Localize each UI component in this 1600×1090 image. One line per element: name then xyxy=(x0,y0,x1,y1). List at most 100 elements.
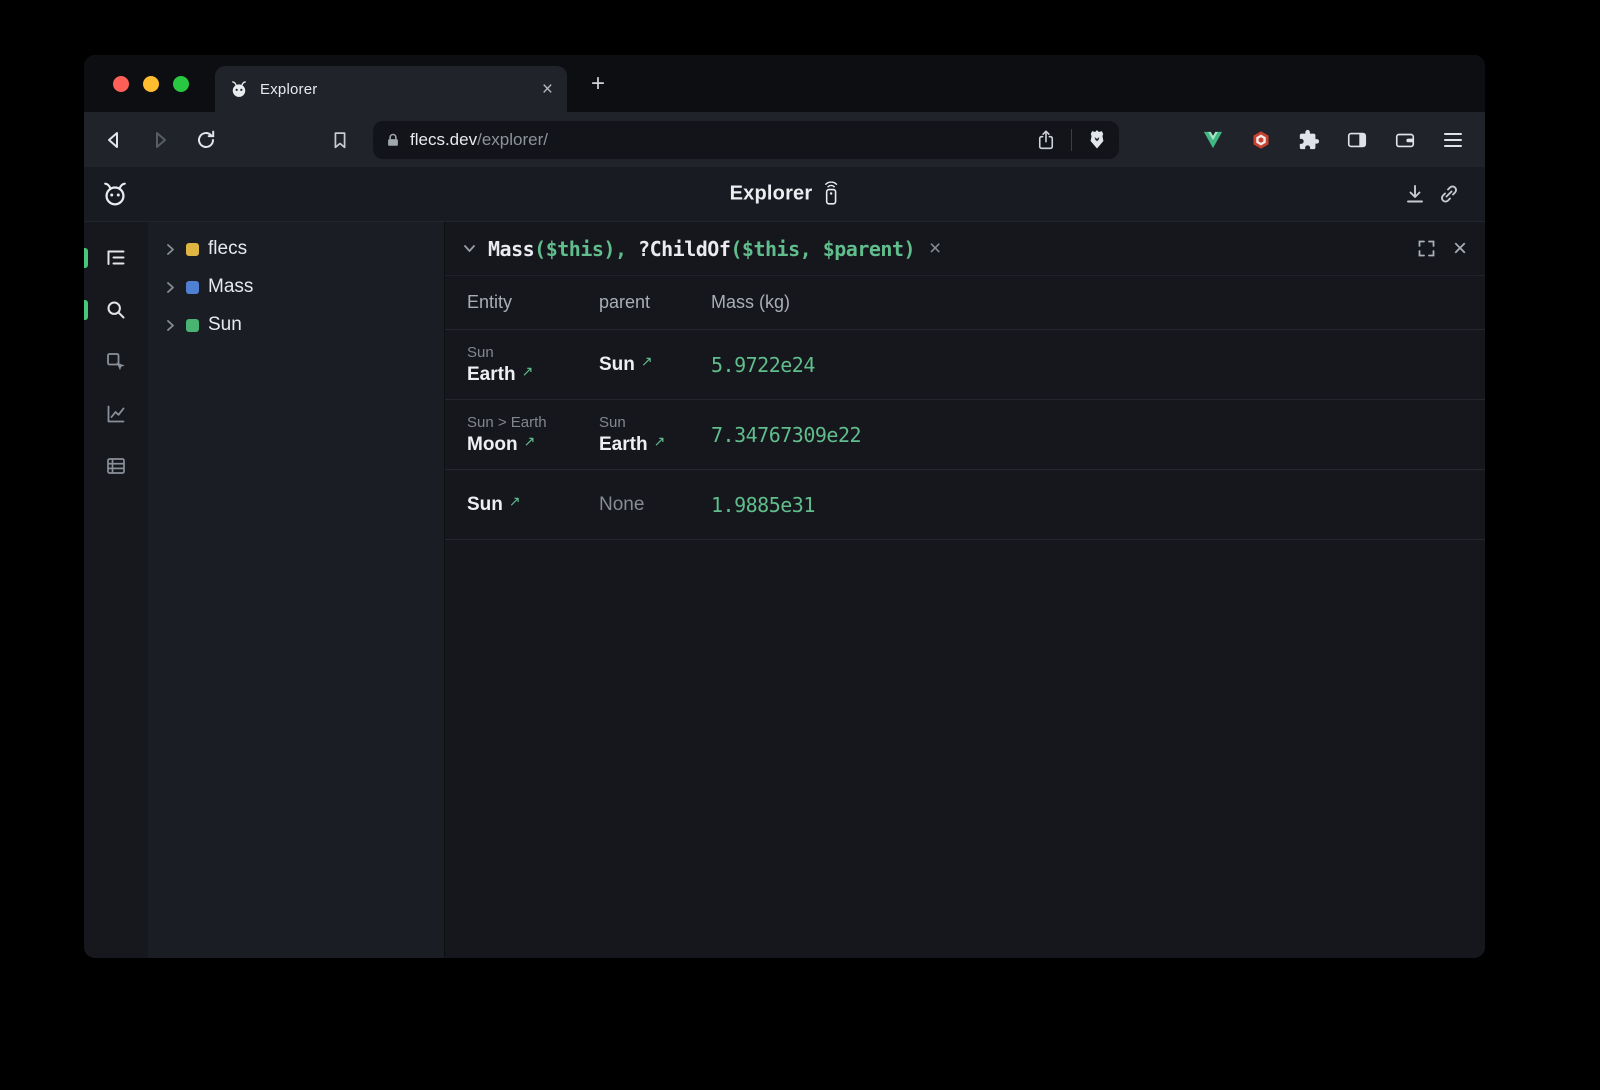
side-panel-icon[interactable] xyxy=(1340,123,1374,157)
entity-path: Sun > Earth xyxy=(467,414,599,431)
share-icon[interactable] xyxy=(1036,129,1056,151)
chart-panel-icon[interactable] xyxy=(93,388,139,440)
query-expression[interactable]: Mass($this), ?ChildOf($this, $parent) xyxy=(488,237,915,261)
mass-cell: 1.9885e31 xyxy=(711,493,1485,517)
bookmark-button[interactable] xyxy=(323,123,357,157)
extensions-puzzle-icon[interactable] xyxy=(1292,123,1326,157)
parent-cell: Sun ↗ xyxy=(599,354,711,376)
vue-extension-icon[interactable] xyxy=(1196,123,1230,157)
mass-cell: 5.9722e24 xyxy=(711,353,1485,377)
url-text: flecs.dev/explorer/ xyxy=(410,130,1036,150)
table-row: Sun Earth ↗ Sun ↗ 5.9722e24 xyxy=(445,330,1485,400)
inspector-panel-icon[interactable] xyxy=(93,336,139,388)
tree-item-label: Sun xyxy=(208,314,242,336)
external-link-icon[interactable]: ↗ xyxy=(641,353,653,370)
entity-link[interactable]: Earth ↗ xyxy=(467,364,599,386)
download-icon[interactable] xyxy=(1400,180,1429,209)
tree-item-label: Mass xyxy=(208,276,253,298)
entity-tree-panel: flecs Mass Sun xyxy=(148,222,444,958)
browser-tab[interactable]: Explorer × xyxy=(215,66,567,112)
parent-none: None xyxy=(599,494,711,516)
column-header-parent: parent xyxy=(599,292,711,313)
tree-item-sun[interactable]: Sun xyxy=(148,306,444,344)
external-link-icon[interactable]: ↗ xyxy=(524,433,536,450)
tree-item-flecs[interactable]: flecs xyxy=(148,230,444,268)
column-header-mass: Mass (kg) xyxy=(711,292,1485,313)
zoom-window-button[interactable] xyxy=(173,76,189,92)
active-indicator xyxy=(84,300,88,320)
content-area: flecs Mass Sun xyxy=(84,222,1485,958)
menu-icon[interactable] xyxy=(1436,123,1470,157)
browser-toolbar: flecs.dev/explorer/ xyxy=(84,112,1485,167)
entity-color-swatch xyxy=(186,319,199,332)
mass-cell: 7.34767309e22 xyxy=(711,423,1485,447)
entity-cell: Sun Earth ↗ xyxy=(467,344,599,386)
brave-shield-icon[interactable] xyxy=(1087,128,1107,151)
url-path: /explorer/ xyxy=(477,130,548,149)
panel-rail xyxy=(84,222,148,958)
url-bar[interactable]: flecs.dev/explorer/ xyxy=(373,121,1119,159)
entity-cell: Sun > Earth Moon ↗ xyxy=(467,414,599,456)
remote-icon[interactable] xyxy=(823,182,839,207)
extensions-area xyxy=(1196,123,1470,157)
wallet-icon[interactable] xyxy=(1388,123,1422,157)
tree-panel-icon[interactable] xyxy=(93,232,139,284)
mass-value: 7.34767309e22 xyxy=(711,423,1485,447)
parent-cell: None xyxy=(599,494,711,516)
minimize-window-button[interactable] xyxy=(143,76,159,92)
hexagon-extension-icon[interactable] xyxy=(1244,123,1278,157)
close-window-button[interactable] xyxy=(113,76,129,92)
external-link-icon[interactable]: ↗ xyxy=(509,493,521,510)
chevron-right-icon[interactable] xyxy=(166,319,175,332)
explorer-header: Explorer xyxy=(84,167,1485,222)
reload-button[interactable] xyxy=(189,123,223,157)
fullscreen-icon[interactable] xyxy=(1417,239,1436,258)
lock-icon[interactable] xyxy=(385,132,401,148)
stats-panel-icon[interactable] xyxy=(93,440,139,492)
divider xyxy=(1071,129,1072,151)
tab-close-icon[interactable]: × xyxy=(542,80,553,99)
entity-path: Sun xyxy=(467,344,599,361)
external-link-icon[interactable]: ↗ xyxy=(654,433,666,450)
column-header-entity: Entity xyxy=(467,292,599,313)
parent-cell: Sun Earth ↗ xyxy=(599,414,711,456)
table-row: Sun > Earth Moon ↗ Sun Earth ↗ 7.3476730… xyxy=(445,400,1485,470)
entity-color-swatch xyxy=(186,281,199,294)
header-actions xyxy=(1400,180,1469,209)
tab-strip: Explorer × + xyxy=(84,55,1485,112)
close-panel-icon[interactable]: × xyxy=(1453,237,1467,261)
chevron-right-icon[interactable] xyxy=(166,243,175,256)
mass-value: 5.9722e24 xyxy=(711,353,1485,377)
entity-link[interactable]: Moon ↗ xyxy=(467,434,599,456)
new-tab-button[interactable]: + xyxy=(583,69,613,99)
tree-item-label: flecs xyxy=(208,238,247,260)
entity-link[interactable]: Earth ↗ xyxy=(599,434,711,456)
entity-link[interactable]: Sun ↗ xyxy=(467,494,599,516)
external-link-icon[interactable]: ↗ xyxy=(522,363,534,380)
chevron-down-icon[interactable] xyxy=(463,244,476,253)
tab-title: Explorer xyxy=(260,81,531,98)
browser-window: Explorer × + flecs.dev/explorer/ xyxy=(84,55,1485,958)
mass-value: 1.9885e31 xyxy=(711,493,1485,517)
flecs-logo[interactable] xyxy=(100,179,130,209)
url-domain: flecs.dev xyxy=(410,130,477,149)
back-button[interactable] xyxy=(97,123,131,157)
entity-color-swatch xyxy=(186,243,199,256)
forward-button[interactable] xyxy=(143,123,177,157)
flecs-favicon xyxy=(229,79,249,99)
tree-item-mass[interactable]: Mass xyxy=(148,268,444,306)
link-icon[interactable] xyxy=(1434,180,1463,209)
entity-cell: Sun ↗ xyxy=(467,494,599,516)
search-panel-icon[interactable] xyxy=(93,284,139,336)
table-row: Sun ↗ None 1.9885e31 xyxy=(445,470,1485,540)
query-header: Mass($this), ?ChildOf($this, $parent) × … xyxy=(445,222,1485,276)
query-panel: Mass($this), ?ChildOf($this, $parent) × … xyxy=(444,222,1485,958)
table-header: Entity parent Mass (kg) xyxy=(445,276,1485,330)
traffic-lights xyxy=(113,76,189,92)
entity-path: Sun xyxy=(599,414,711,431)
page-title: Explorer xyxy=(730,182,840,207)
active-indicator xyxy=(84,248,88,268)
clear-query-icon[interactable]: × xyxy=(929,238,941,259)
chevron-right-icon[interactable] xyxy=(166,281,175,294)
entity-link[interactable]: Sun ↗ xyxy=(599,354,711,376)
